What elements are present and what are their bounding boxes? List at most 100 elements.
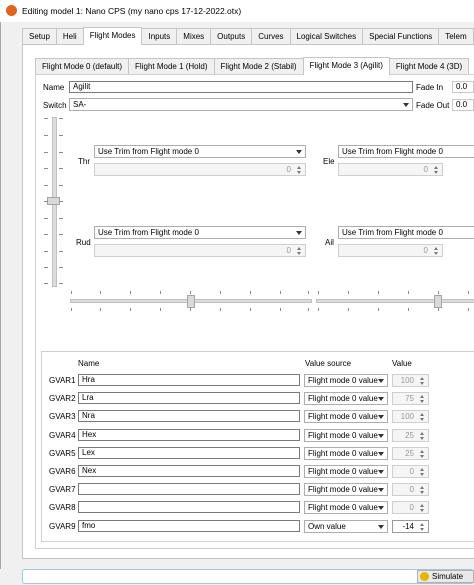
trim-ele-value-spinbox[interactable]: 0 — [338, 163, 443, 176]
trim-thr-value-spinbox[interactable]: 0 — [94, 163, 306, 176]
gvar-value-spinbox[interactable]: -14 — [392, 520, 429, 533]
spin-arrows-icon[interactable] — [420, 486, 425, 494]
tab-flight-mode-3[interactable]: Flight Mode 3 (Agilit) — [302, 57, 390, 75]
horizontal-trim-slider-right[interactable] — [316, 299, 474, 303]
gvar-source-select[interactable]: Flight mode 0 value — [304, 410, 388, 423]
name-input[interactable]: Agilit — [69, 81, 413, 93]
app-icon — [6, 5, 17, 16]
trim-ail-mode-select[interactable]: Use Trim from Flight mode 0 — [338, 226, 474, 239]
horizontal-trim-handle-left[interactable] — [187, 295, 195, 308]
tab-flight-mode-1[interactable]: Flight Mode 1 (Hold) — [128, 58, 215, 75]
gvar-value: 25 — [405, 449, 414, 458]
chevron-down-icon — [296, 150, 302, 154]
gvar-source-select[interactable]: Flight mode 0 value — [304, 465, 388, 478]
tab-flight-mode-2[interactable]: Flight Mode 2 (Stabil) — [213, 58, 304, 75]
spin-arrows-icon[interactable] — [297, 166, 302, 174]
spin-arrows-icon[interactable] — [420, 468, 425, 476]
gvar-name-input[interactable] — [78, 501, 300, 513]
gvar-name-input[interactable] — [78, 483, 300, 495]
gvar-value: 75 — [405, 394, 414, 403]
tab-logical-switches[interactable]: Logical Switches — [289, 28, 364, 45]
tab-flight-mode-0[interactable]: Flight Mode 0 (default) — [35, 58, 130, 75]
tab-setup[interactable]: Setup — [22, 28, 57, 45]
tab-outputs[interactable]: Outputs — [210, 28, 253, 45]
tab-heli[interactable]: Heli — [55, 28, 84, 45]
spin-arrows-icon[interactable] — [420, 450, 425, 458]
spin-arrows-icon[interactable] — [420, 432, 425, 440]
tab-mixes[interactable]: Mixes — [176, 28, 212, 45]
gvar-source-select[interactable]: Flight mode 0 value — [304, 483, 388, 496]
tab-telemetry[interactable]: Telem — [438, 28, 474, 45]
fade-in-input[interactable]: 0.0 — [452, 81, 474, 93]
gvar-value: 0 — [409, 467, 414, 476]
gvar-name-input[interactable]: fmo — [78, 520, 300, 532]
trim-ail-value-spinbox[interactable]: 0 — [338, 244, 443, 257]
gvar-id: GVAR3 — [49, 412, 76, 421]
gvar-value: 100 — [400, 376, 414, 385]
gvar-source-value: Flight mode 0 value — [308, 412, 378, 421]
spin-arrows-icon[interactable] — [434, 166, 439, 174]
gvar-id: GVAR7 — [49, 485, 76, 494]
trim-thr-mode-value: Use Trim from Flight mode 0 — [98, 147, 199, 156]
fade-in-label: Fade In — [416, 83, 444, 92]
trim-ele-mode-select[interactable]: Use Trim from Flight mode 0 — [338, 145, 474, 158]
gvar-name-input[interactable]: Nex — [78, 465, 300, 477]
gvar-value-spinbox[interactable]: 25 — [392, 447, 429, 460]
gvar-source-select[interactable]: Flight mode 0 value — [304, 392, 388, 405]
gvar-value-spinbox[interactable]: 0 — [392, 465, 429, 478]
tab-flight-mode-4[interactable]: Flight Mode 4 (3D) — [388, 58, 470, 75]
gvar-name-input[interactable]: Hex — [78, 429, 300, 441]
gvar-value-spinbox[interactable]: 25 — [392, 429, 429, 442]
spin-arrows-icon[interactable] — [420, 413, 425, 421]
gvar-value-spinbox[interactable]: 75 — [392, 392, 429, 405]
gvar-source-select[interactable]: Flight mode 0 value — [304, 501, 388, 514]
horizontal-trim-handle-right[interactable] — [434, 295, 442, 308]
gvar-value-spinbox[interactable]: 100 — [392, 410, 429, 423]
trim-ail-mode-value: Use Trim from Flight mode 0 — [342, 228, 443, 237]
gvars-header-name: Name — [78, 359, 100, 368]
tab-inputs[interactable]: Inputs — [141, 28, 178, 45]
gvar-source-value: Flight mode 0 value — [308, 449, 378, 458]
fade-out-input[interactable]: 0.0 — [452, 99, 474, 111]
trim-rud-value-spinbox[interactable]: 0 — [94, 244, 306, 257]
gvar-name-input[interactable]: Nra — [78, 410, 300, 422]
spin-arrows-icon[interactable] — [420, 395, 425, 403]
tab-special-functions[interactable]: Special Functions — [362, 28, 440, 45]
gvar-source-select[interactable]: Flight mode 0 value — [304, 447, 388, 460]
spin-arrows-icon[interactable] — [420, 377, 425, 385]
chevron-down-icon — [378, 434, 384, 438]
gvar-value: 25 — [405, 431, 414, 440]
spin-arrows-icon[interactable] — [420, 504, 425, 512]
gvar-source-value: Flight mode 0 value — [308, 431, 378, 440]
gvar-id: GVAR2 — [49, 394, 76, 403]
gvar-name-input[interactable]: Hra — [78, 374, 300, 386]
trim-ail-value: 0 — [423, 246, 428, 255]
gvar-value-spinbox[interactable]: 100 — [392, 374, 429, 387]
gvar-source-select[interactable]: Flight mode 0 value — [304, 374, 388, 387]
gvar-name-input[interactable]: Lex — [78, 447, 300, 459]
trim-ele-label: Ele — [323, 157, 335, 166]
chevron-down-icon — [378, 397, 384, 401]
trim-rud-mode-select[interactable]: Use Trim from Flight mode 0 — [94, 226, 306, 239]
spin-arrows-icon[interactable] — [420, 523, 425, 531]
switch-select[interactable]: SA- — [69, 98, 413, 111]
tab-curves[interactable]: Curves — [251, 28, 291, 45]
gvar-id: GVAR8 — [49, 503, 76, 512]
gvar-source-value: Own value — [308, 522, 346, 531]
tab-flight-modes[interactable]: Flight Modes — [82, 27, 143, 45]
gvar-value-spinbox[interactable]: 0 — [392, 501, 429, 514]
gvar-source-select[interactable]: Flight mode 0 value — [304, 429, 388, 442]
spin-arrows-icon[interactable] — [297, 247, 302, 255]
simulate-icon — [420, 572, 429, 581]
trim-thr-mode-select[interactable]: Use Trim from Flight mode 0 — [94, 145, 306, 158]
main-tab-bar: Setup Heli Flight Modes Inputs Mixes Out… — [22, 27, 474, 45]
simulate-button[interactable]: Simulate — [417, 570, 474, 583]
trim-rud-mode-value: Use Trim from Flight mode 0 — [98, 228, 199, 237]
spin-arrows-icon[interactable] — [434, 247, 439, 255]
gvar-source-select[interactable]: Own value — [304, 520, 388, 533]
chevron-down-icon — [378, 506, 384, 510]
gvars-header-source: Value source — [305, 359, 352, 368]
gvar-name-input[interactable]: Lra — [78, 392, 300, 404]
gvar-value-spinbox[interactable]: 0 — [392, 483, 429, 496]
chevron-down-icon — [378, 525, 384, 529]
